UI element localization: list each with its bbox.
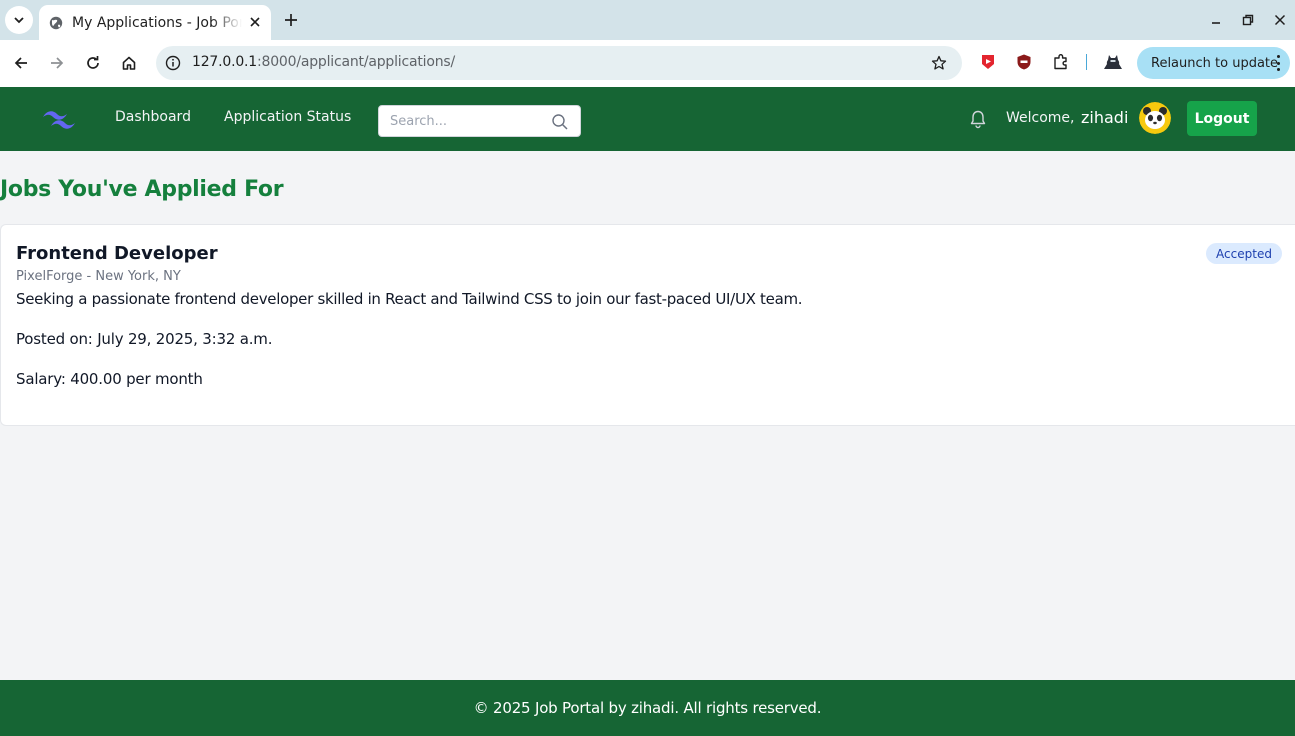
forward-icon[interactable] xyxy=(46,52,68,74)
shield-extension-icon[interactable] xyxy=(1014,52,1034,72)
toolbar-separator xyxy=(1086,54,1087,70)
globe-icon xyxy=(49,16,63,30)
site-footer: © 2025 Job Portal by zihadi. All rights … xyxy=(0,680,1295,736)
youtube-extension-icon[interactable] xyxy=(978,52,998,72)
extension-puzzle-icon[interactable] xyxy=(1051,52,1071,72)
info-icon[interactable] xyxy=(164,54,182,72)
url-path: :8000/applicant/applications/ xyxy=(257,54,455,70)
job-posted-date: Posted on: July 29, 2025, 3:32 a.m. xyxy=(16,330,273,348)
browser-tab-active[interactable]: My Applications - Job Portal xyxy=(39,5,271,40)
profile-icon[interactable] xyxy=(1103,52,1123,72)
relaunch-button[interactable]: Relaunch to update xyxy=(1137,47,1290,79)
relaunch-label: Relaunch to update xyxy=(1151,55,1279,71)
kebab-menu-icon[interactable] xyxy=(1275,55,1281,71)
bell-icon[interactable] xyxy=(967,108,989,130)
search-box xyxy=(378,105,581,137)
new-tab-plus-icon[interactable] xyxy=(282,11,300,29)
job-company-location: PixelForge - New York, NY xyxy=(16,269,181,284)
chevron-down-icon xyxy=(14,17,24,24)
tab-search-button[interactable] xyxy=(5,6,33,34)
search-input[interactable] xyxy=(379,106,549,136)
tab-title: My Applications - Job Portal xyxy=(72,14,242,31)
avatar[interactable] xyxy=(1139,102,1171,134)
footer-copyright: © 2025 Job Portal by zihadi. All rights … xyxy=(473,699,822,717)
nav-link-dashboard[interactable]: Dashboard xyxy=(115,109,191,125)
nav-link-application-status[interactable]: Application Status xyxy=(224,109,351,125)
close-icon[interactable] xyxy=(247,14,263,30)
reload-icon[interactable] xyxy=(82,52,104,74)
job-salary: Salary: 400.00 per month xyxy=(16,370,203,388)
browser-tab-strip: My Applications - Job Portal xyxy=(0,0,1295,40)
username: zihadi xyxy=(1081,108,1129,127)
url-text: 127.0.0.1:8000/applicant/applications/ xyxy=(192,54,455,70)
window-close-icon[interactable] xyxy=(1272,12,1288,28)
back-icon[interactable] xyxy=(10,52,32,74)
welcome-label: Welcome, xyxy=(1006,110,1075,126)
status-badge: Accepted xyxy=(1206,243,1282,264)
home-icon[interactable] xyxy=(118,52,140,74)
logout-button[interactable]: Logout xyxy=(1187,101,1257,136)
job-title: Frontend Developer xyxy=(16,243,218,264)
brand-logo[interactable] xyxy=(41,107,79,131)
restore-icon[interactable] xyxy=(1240,12,1256,28)
job-description: Seeking a passionate frontend developer … xyxy=(16,290,803,308)
url-host: 127.0.0.1 xyxy=(192,54,257,70)
address-bar[interactable]: 127.0.0.1:8000/applicant/applications/ xyxy=(156,46,962,80)
search-icon[interactable] xyxy=(551,113,569,131)
star-icon[interactable] xyxy=(930,54,948,72)
page-title: Jobs You've Applied For xyxy=(0,177,284,202)
minimize-icon[interactable] xyxy=(1208,12,1224,28)
browser-toolbar: 127.0.0.1:8000/applicant/applications/ xyxy=(0,40,1295,87)
